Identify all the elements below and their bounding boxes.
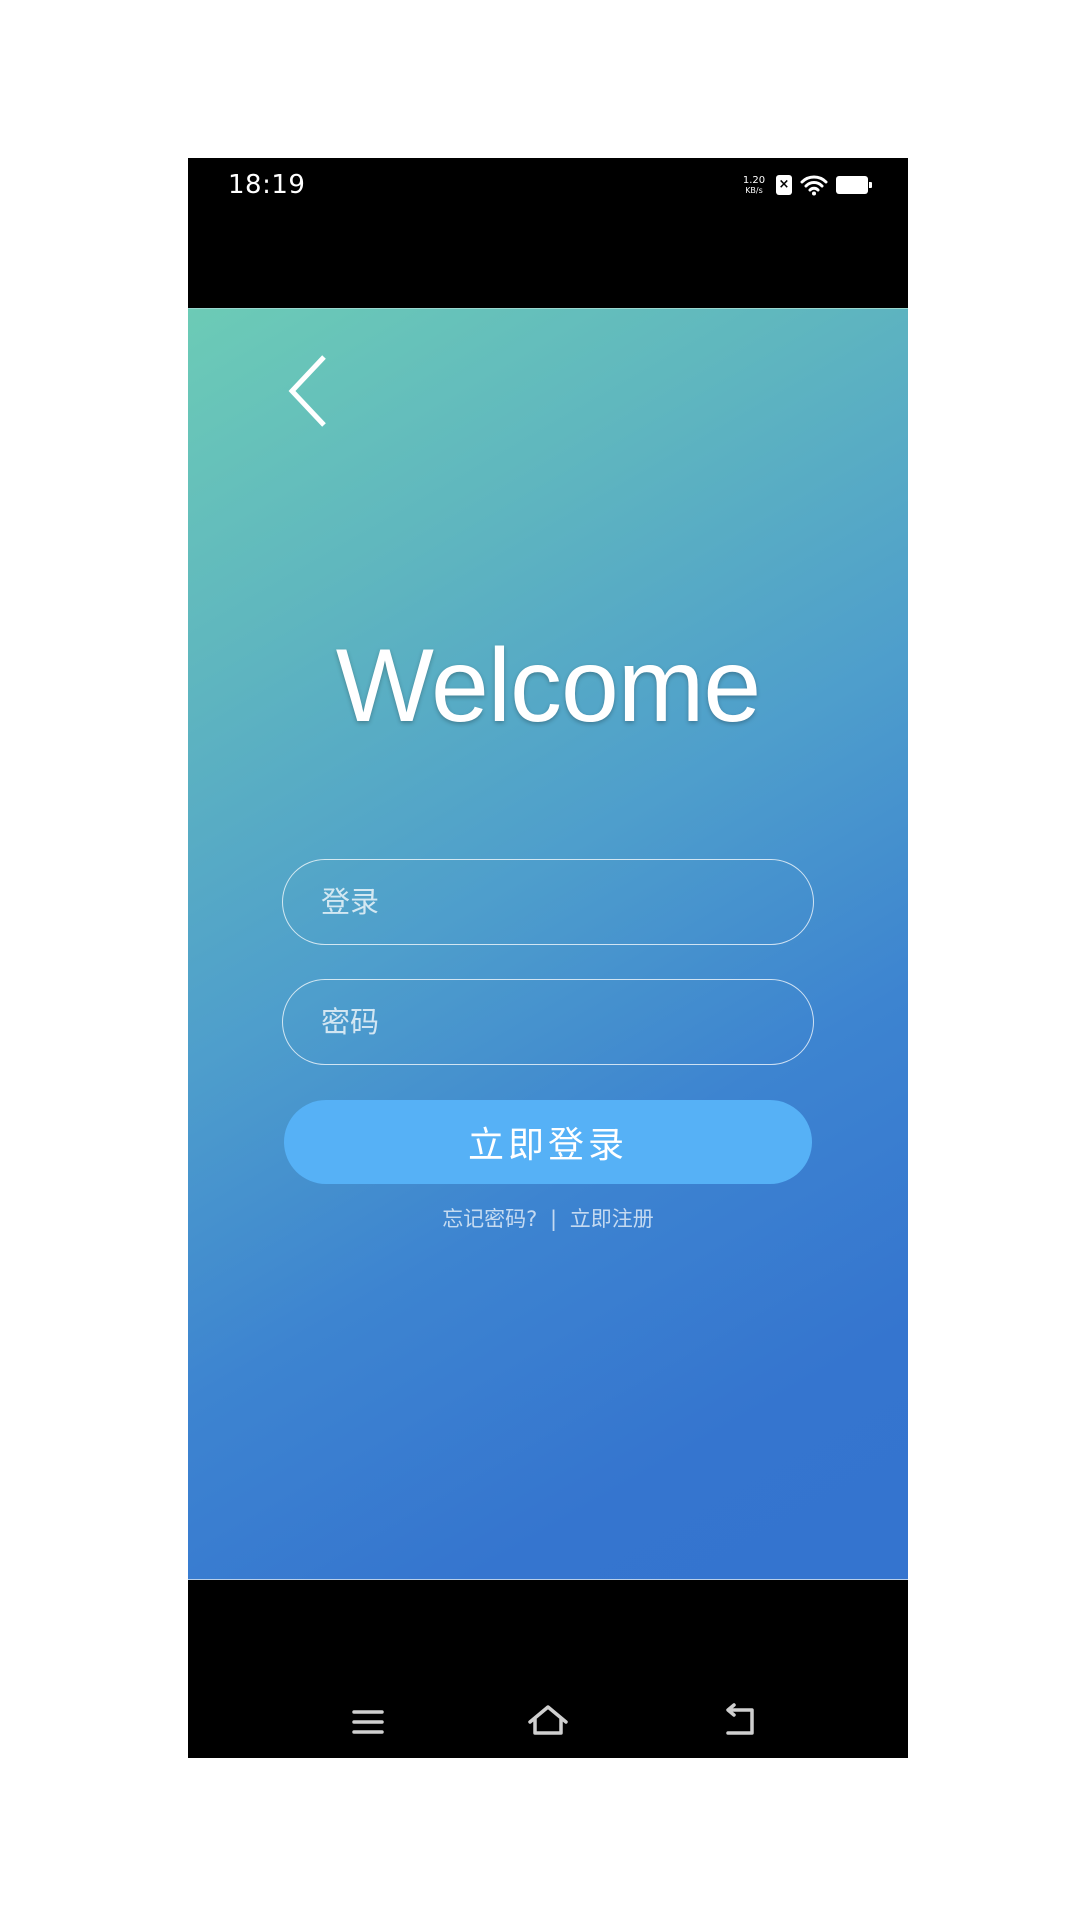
network-speed-unit: KB/s	[745, 185, 763, 195]
back-button[interactable]	[284, 351, 344, 431]
welcome-title: Welcome	[335, 628, 762, 744]
back-icon	[726, 1703, 754, 1735]
login-button[interactable]: 立即登录	[284, 1100, 812, 1184]
status-time: 18:19	[228, 170, 306, 200]
register-link[interactable]: 立即注册	[570, 1207, 654, 1231]
home-icon	[528, 1705, 568, 1735]
network-speed: 1.20 KB/s	[740, 174, 768, 195]
username-input[interactable]	[282, 859, 814, 945]
sim-off-icon: ×	[776, 175, 792, 195]
network-speed-value: 1.20	[742, 174, 766, 186]
password-input[interactable]	[282, 979, 814, 1065]
wifi-icon	[800, 175, 828, 196]
menu-icon	[352, 1710, 384, 1734]
phone-frame: 18:19 1.20 KB/s × Welcome 立即登录	[188, 158, 908, 1758]
navigation-bar	[188, 1580, 908, 1758]
login-screen: Welcome 立即登录 忘记密码? | 立即注册	[188, 308, 908, 1580]
link-separator: |	[550, 1207, 558, 1231]
nav-back-button[interactable]	[716, 1698, 764, 1746]
chevron-left-icon	[288, 355, 326, 427]
menu-button[interactable]	[344, 1698, 392, 1746]
home-button[interactable]	[524, 1698, 572, 1746]
account-links: 忘记密码? | 立即注册	[188, 1203, 908, 1233]
battery-icon	[836, 176, 872, 194]
status-bar: 18:19 1.20 KB/s ×	[188, 158, 908, 308]
forgot-password-link[interactable]: 忘记密码?	[442, 1207, 537, 1231]
status-icons: 1.20 KB/s ×	[740, 174, 872, 196]
